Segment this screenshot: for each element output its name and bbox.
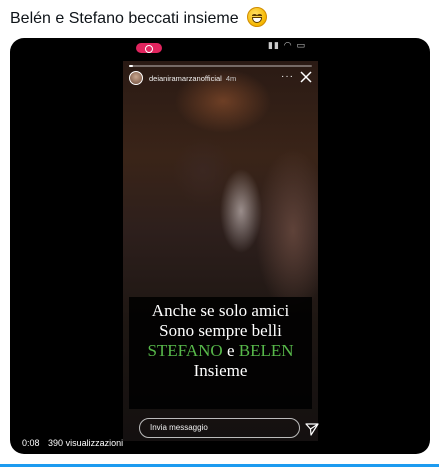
- video-elapsed-time: 0:08: [22, 438, 40, 448]
- video-view-count: 390 visualizzazioni: [48, 438, 124, 448]
- story-progress-bar: [129, 65, 312, 67]
- grinning-face-emoji-icon: [247, 7, 268, 27]
- story-username[interactable]: deianiramarzanofficial 4m: [149, 74, 236, 83]
- video-metadata: 0:08 390 visualizzazioni: [22, 438, 123, 448]
- more-options-icon[interactable]: ···: [281, 71, 294, 82]
- caption-name-1: STEFANO: [147, 341, 223, 360]
- caption-joiner: e: [226, 341, 235, 360]
- avatar[interactable]: [129, 71, 143, 85]
- instagram-story-frame[interactable]: deianiramarzanofficial 4m ··· Anche se so…: [123, 61, 318, 441]
- video-player[interactable]: ▮▮ ◠ ▭ deianiramarzanofficial 4m ··· Anch…: [10, 38, 430, 454]
- caption-name-2: BELEN: [238, 341, 294, 360]
- signal-wifi-battery-icons: ▮▮ ◠ ▭: [268, 41, 306, 51]
- screen-record-indicator-icon: [136, 43, 162, 53]
- phone-status-bar: ▮▮ ◠ ▭: [10, 38, 430, 58]
- tweet-text: Belén e Stefano beccati insieme: [10, 7, 268, 28]
- close-icon[interactable]: [300, 71, 312, 83]
- send-message-placeholder: Invia messaggio: [150, 423, 208, 432]
- send-message-input[interactable]: Invia messaggio: [139, 418, 300, 438]
- tweet-text-content: Belén e Stefano beccati insieme: [10, 10, 239, 27]
- caption-line-1: Anche se solo amici: [151, 301, 290, 320]
- story-caption: Anche se solo amici Sono sempre belli ST…: [129, 297, 312, 409]
- caption-line-4: Insieme: [193, 361, 248, 380]
- story-time-ago: 4m: [225, 74, 237, 83]
- send-icon[interactable]: [305, 422, 319, 436]
- caption-line-2: Sono sempre belli: [159, 321, 282, 340]
- story-header: deianiramarzanofficial 4m ···: [129, 71, 312, 87]
- caption-names-line: STEFANO e BELEN: [129, 341, 312, 361]
